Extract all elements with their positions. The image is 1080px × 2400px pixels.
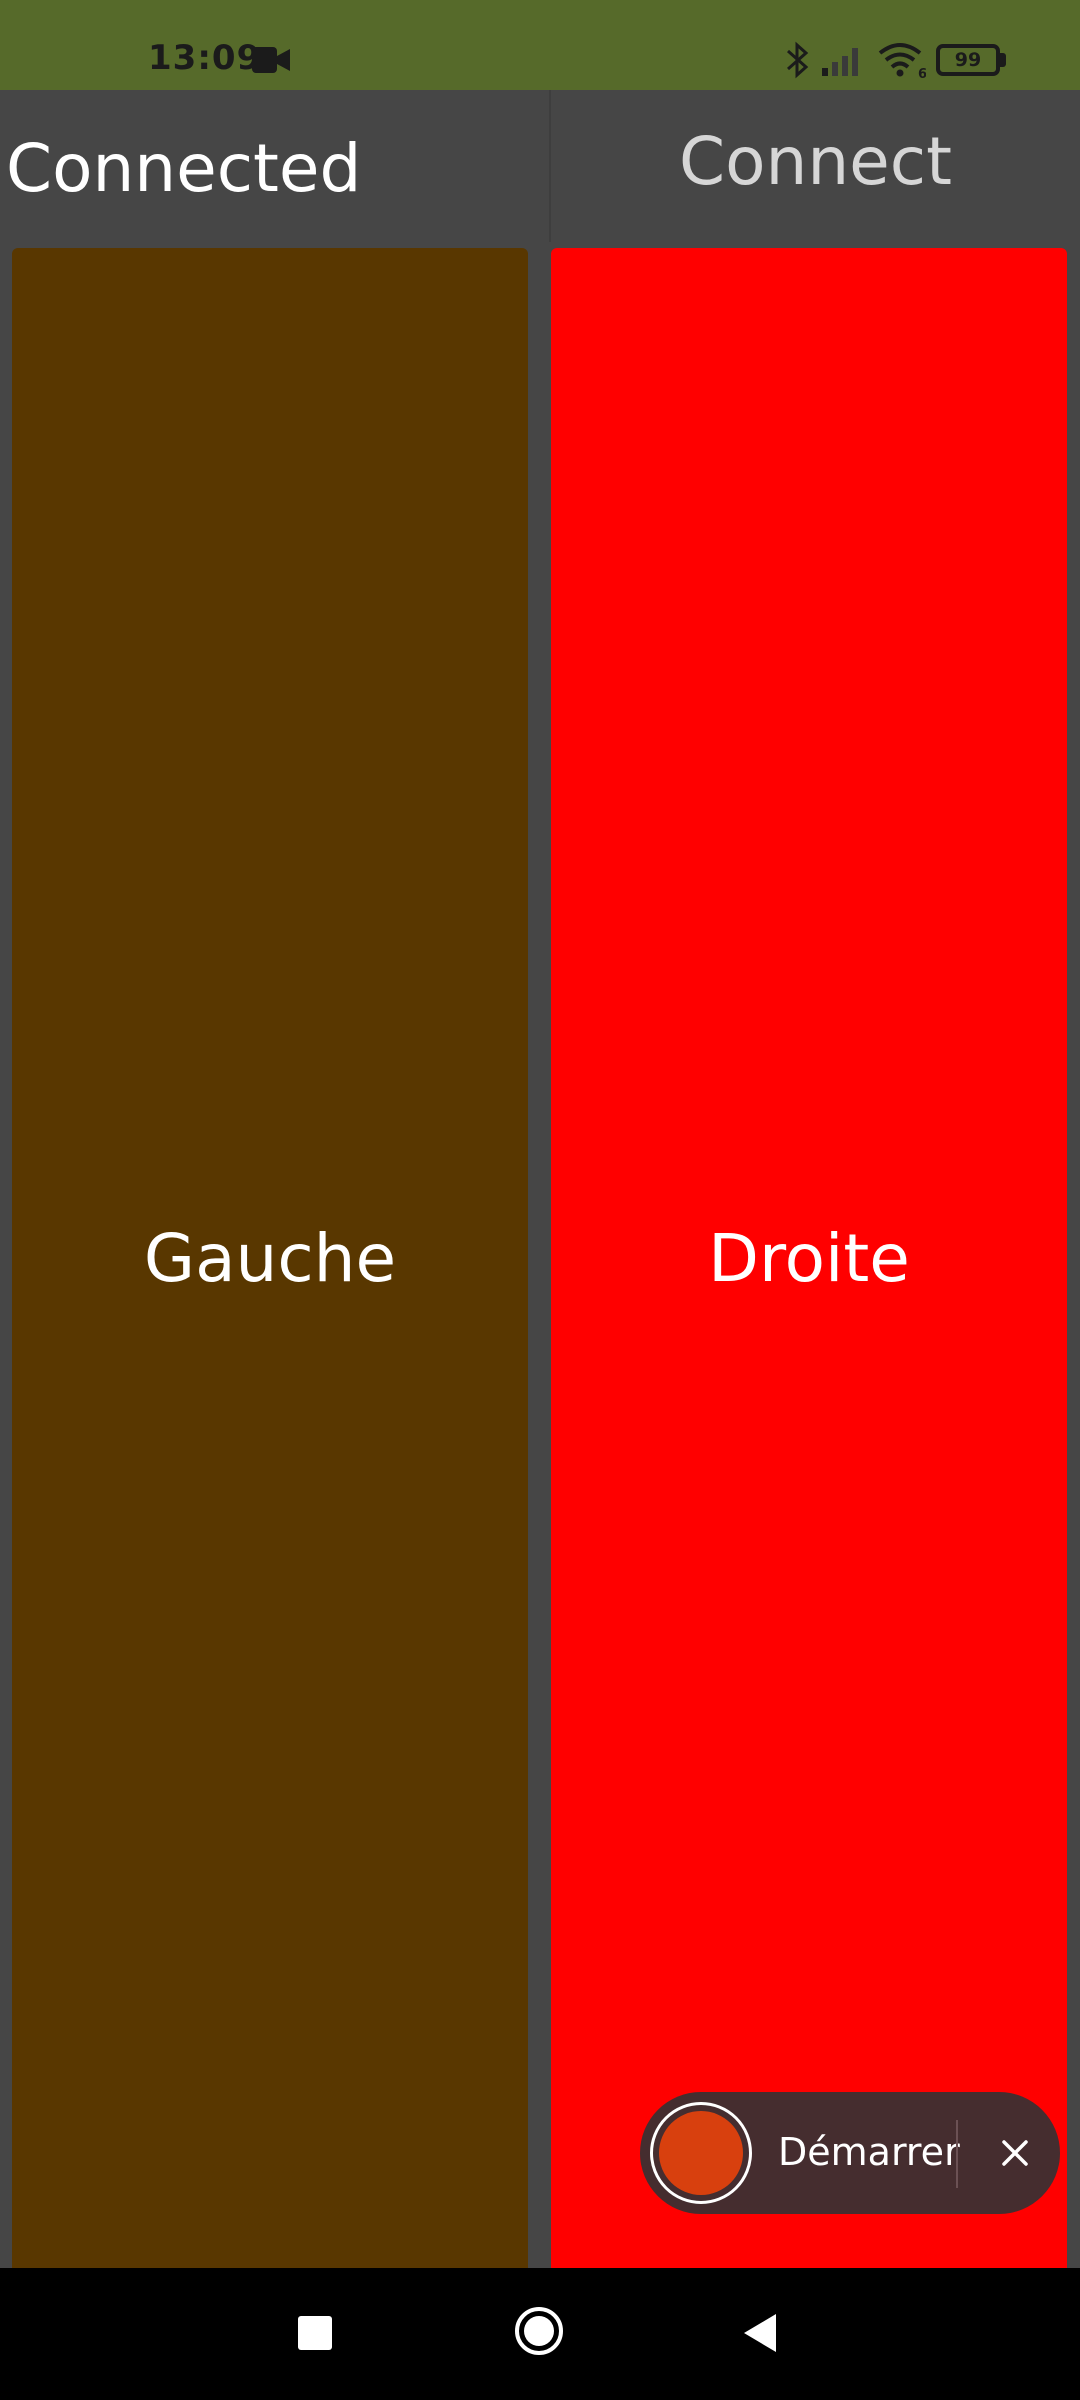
screen: 13:09 6 99 Connected Connect Gauche Droi…: [0, 0, 1080, 2400]
signal-icon: [822, 48, 858, 76]
navigation-bar: [0, 2268, 1080, 2400]
left-panel-label: Gauche: [143, 1219, 397, 1297]
wifi-icon: 6: [878, 43, 926, 79]
record-dot-icon: [659, 2111, 743, 2195]
svg-text:6: 6: [918, 67, 926, 79]
recorder-divider: [956, 2120, 958, 2188]
connection-status: Connected: [6, 130, 362, 207]
left-panel-button[interactable]: Gauche: [12, 248, 528, 2268]
close-recorder-button[interactable]: [980, 2118, 1050, 2188]
start-recording-label[interactable]: Démarrer: [778, 2130, 960, 2174]
recents-icon[interactable]: [298, 2316, 332, 2350]
right-panel-button[interactable]: Droite: [551, 248, 1067, 2268]
status-time: 13:09: [148, 38, 262, 78]
connect-button[interactable]: Connect: [551, 90, 1080, 242]
home-icon[interactable]: [514, 2306, 564, 2356]
right-panel-label: Droite: [708, 1219, 910, 1297]
battery-level: 99: [936, 44, 1000, 76]
status-bar: 13:09 6 99: [0, 0, 1080, 90]
battery-tip: [1000, 53, 1006, 67]
record-button[interactable]: [650, 2102, 752, 2204]
header: Connected Connect: [0, 90, 1080, 242]
back-icon[interactable]: [740, 2312, 780, 2354]
camera-icon: [252, 47, 290, 73]
close-icon: [1002, 2140, 1028, 2166]
screen-recorder-widget: Démarrer: [640, 2092, 1060, 2214]
bluetooth-icon: [787, 41, 809, 79]
battery-icon: 99: [936, 44, 1006, 76]
